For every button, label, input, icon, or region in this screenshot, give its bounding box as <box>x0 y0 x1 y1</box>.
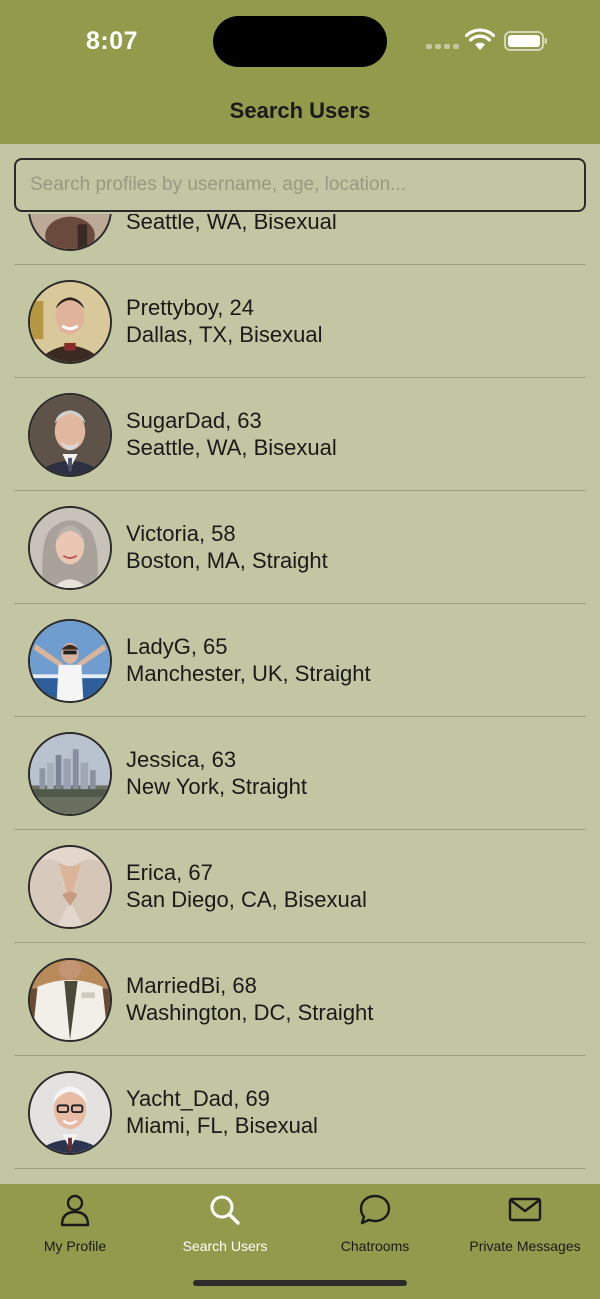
tab-label: Chatrooms <box>340 1238 410 1254</box>
tab-private-messages[interactable]: Private Messages <box>450 1192 600 1256</box>
user-row[interactable]: Jessica, 63 New York, Straight <box>14 717 586 830</box>
user-row[interactable]: Prettyboy, 24 Dallas, TX, Bisexual <box>14 265 586 378</box>
tab-search-users[interactable]: Search Users <box>150 1192 300 1256</box>
user-name-age: Yacht_Dad, 69 <box>126 1086 270 1111</box>
user-details: Seattle, WA, Bisexual <box>126 435 337 460</box>
tab-label: Search Users <box>182 1238 268 1254</box>
envelope-icon <box>508 1197 542 1222</box>
user-row[interactable]: Erica, 67 San Diego, CA, Bisexual <box>14 830 586 943</box>
user-name-age: LadyG, 65 <box>126 634 228 659</box>
user-name-age: Victoria, 58 <box>126 521 236 546</box>
user-avatar <box>28 214 112 251</box>
user-row[interactable]: LadyG, 65 Manchester, UK, Straight <box>14 604 586 717</box>
search-input[interactable] <box>14 158 586 212</box>
user-details: Miami, FL, Bisexual <box>126 1113 318 1138</box>
search-icon <box>210 1195 240 1225</box>
user-details: Washington, DC, Straight <box>126 1000 374 1025</box>
user-row[interactable]: Yacht_Dad, 69 Miami, FL, Bisexual <box>14 1056 586 1169</box>
user-details: New York, Straight <box>126 774 307 799</box>
user-avatar <box>28 393 112 477</box>
user-list[interactable]: Seattle, WA, Bisexual Prettyboy, 24 Dall… <box>0 214 600 1184</box>
user-row[interactable]: Seattle, WA, Bisexual <box>14 214 586 265</box>
user-avatar <box>28 280 112 364</box>
user-name-age: SugarDad, 63 <box>126 408 262 433</box>
user-name-age: Erica, 67 <box>126 860 213 885</box>
user-name-age: Prettyboy, 24 <box>126 295 254 320</box>
status-time: 8:07 <box>86 27 139 55</box>
top-bar: 8:07 Search Users <box>0 0 600 144</box>
tab-label: My Profile <box>43 1238 107 1254</box>
chat-bubble-icon <box>359 1194 391 1225</box>
user-row[interactable]: MarriedBi, 68 Washington, DC, Straight <box>14 943 586 1056</box>
cellular-signal-icon <box>426 44 459 49</box>
user-avatar <box>28 958 112 1042</box>
user-row[interactable]: SugarDad, 63 Seattle, WA, Bisexual <box>14 378 586 491</box>
home-indicator <box>193 1280 407 1286</box>
page-title: Search Users <box>229 98 371 123</box>
tab-label: Private Messages <box>469 1238 581 1254</box>
tab-chatrooms[interactable]: Chatrooms <box>300 1192 450 1256</box>
user-avatar <box>28 732 112 816</box>
user-details: San Diego, CA, Bisexual <box>126 887 367 912</box>
user-avatar <box>28 1071 112 1155</box>
user-avatar <box>28 506 112 590</box>
person-icon <box>60 1194 90 1227</box>
dynamic-island <box>213 16 387 67</box>
user-name-age: MarriedBi, 68 <box>126 973 257 998</box>
user-details: Seattle, WA, Bisexual <box>126 214 337 234</box>
user-details: Boston, MA, Straight <box>126 548 328 573</box>
battery-icon <box>504 31 547 51</box>
tab-my-profile[interactable]: My Profile <box>0 1192 150 1256</box>
user-row[interactable]: Victoria, 58 Boston, MA, Straight <box>14 491 586 604</box>
wifi-icon <box>465 28 495 50</box>
user-avatar <box>28 845 112 929</box>
user-avatar <box>28 619 112 703</box>
user-details: Dallas, TX, Bisexual <box>126 322 323 347</box>
user-details: Manchester, UK, Straight <box>126 661 371 686</box>
user-name-age: Jessica, 63 <box>126 747 237 772</box>
